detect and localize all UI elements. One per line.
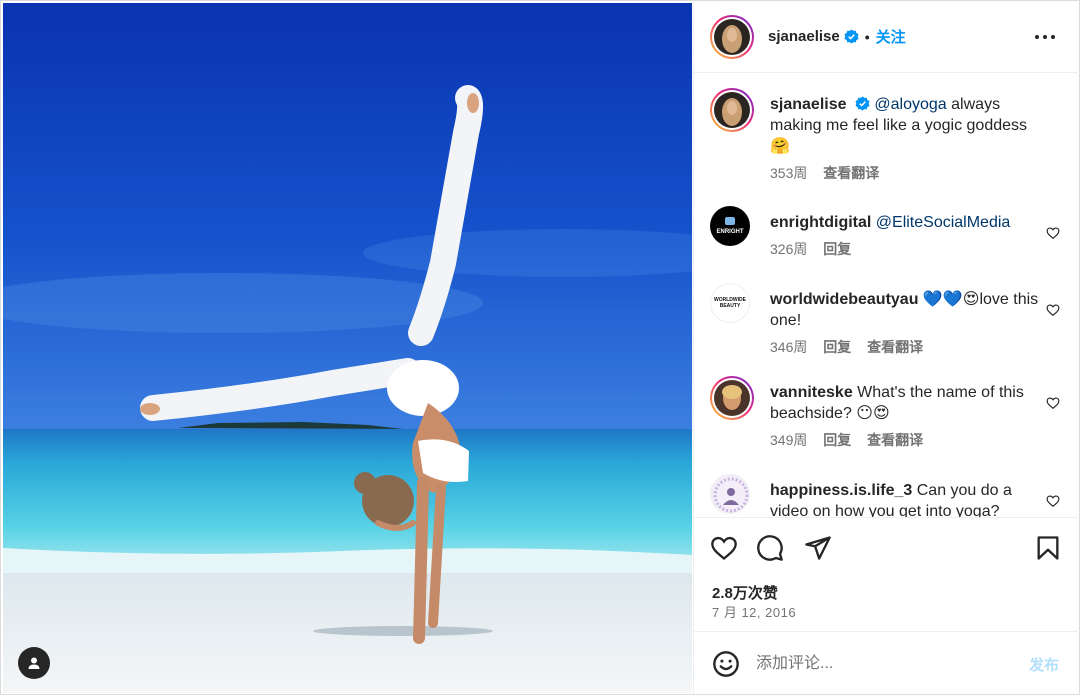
commenter-avatar[interactable] bbox=[710, 376, 754, 420]
comment-mention[interactable]: @EliteSocialMedia bbox=[876, 214, 1011, 231]
commenter-avatar[interactable]: WORLDWIDE BEAUTY bbox=[710, 283, 750, 323]
comment-icon[interactable] bbox=[756, 534, 784, 562]
comment-time[interactable]: 326周 bbox=[770, 241, 807, 257]
likes-count[interactable]: 2.8万次赞 bbox=[712, 582, 778, 603]
post-side-panel: sjanaelise • 关注 sjanaelise @aloyoga alwa… bbox=[693, 1, 1080, 696]
bookmark-icon[interactable] bbox=[1034, 534, 1062, 562]
emoji-icon[interactable] bbox=[712, 650, 740, 678]
heart-icon[interactable] bbox=[1046, 494, 1060, 508]
translate-button[interactable]: 查看翻译 bbox=[823, 165, 879, 181]
comment-time[interactable]: 349周 bbox=[770, 432, 807, 448]
verified-badge-icon bbox=[844, 29, 859, 44]
comment-username[interactable]: worldwidebeautyau bbox=[770, 291, 918, 308]
reply-button[interactable]: 回复 bbox=[823, 241, 851, 257]
comment-input[interactable] bbox=[756, 650, 1006, 678]
verified-badge-icon bbox=[855, 96, 870, 111]
reply-button[interactable]: 回复 bbox=[823, 339, 851, 355]
avatar-brand-text: BEAUTY bbox=[719, 303, 741, 309]
caption: sjanaelise @aloyoga always making me fee… bbox=[710, 88, 1070, 196]
heart-icon[interactable] bbox=[1046, 226, 1060, 240]
header-separator: • bbox=[864, 28, 870, 45]
beach-handstand-image bbox=[3, 3, 692, 693]
caption-username[interactable]: sjanaelise bbox=[770, 96, 847, 113]
post-photo[interactable] bbox=[3, 3, 692, 693]
reply-button[interactable]: 回复 bbox=[823, 432, 851, 448]
heart-icon[interactable] bbox=[710, 534, 738, 562]
comment-item: vanniteske What's the name of this beach… bbox=[710, 376, 1070, 466]
heart-icon[interactable] bbox=[1046, 396, 1060, 410]
comment-time[interactable]: 346周 bbox=[770, 339, 807, 355]
heart-icon[interactable] bbox=[1046, 303, 1060, 317]
comment-item: happiness.is.life_3 Can you do a video o… bbox=[710, 474, 1070, 517]
translate-button[interactable]: 查看翻译 bbox=[867, 432, 923, 448]
caption-mention[interactable]: @aloyoga bbox=[874, 96, 946, 113]
comment-item: ENRIGHT enrightdigital @EliteSocialMedia… bbox=[710, 206, 1070, 276]
more-icon[interactable] bbox=[1033, 25, 1057, 49]
post-comment-button[interactable]: 发布 bbox=[1029, 654, 1059, 675]
post-actions: 2.8万次赞 7 月 12, 2016 bbox=[694, 517, 1080, 631]
comment-username[interactable]: happiness.is.life_3 bbox=[770, 482, 912, 499]
send-icon[interactable] bbox=[804, 534, 832, 562]
follow-button[interactable]: 关注 bbox=[876, 26, 906, 47]
comments-list[interactable]: sjanaelise @aloyoga always making me fee… bbox=[694, 74, 1080, 517]
post-date[interactable]: 7 月 12, 2016 bbox=[712, 602, 796, 621]
avatar-brand-text: ENRIGHT bbox=[716, 229, 744, 235]
author-avatar[interactable] bbox=[710, 14, 754, 59]
commenter-avatar[interactable]: ENRIGHT bbox=[710, 206, 750, 246]
comment-username[interactable]: vanniteske bbox=[770, 384, 853, 401]
user-tag-icon[interactable] bbox=[18, 647, 50, 679]
caption-time[interactable]: 353周 bbox=[770, 165, 807, 181]
post-header: sjanaelise • 关注 bbox=[694, 1, 1080, 73]
comment-item: WORLDWIDE BEAUTY worldwidebeautyau 💙💙😍lo… bbox=[710, 283, 1070, 373]
author-username[interactable]: sjanaelise bbox=[768, 28, 840, 45]
comment-username[interactable]: enrightdigital bbox=[770, 214, 871, 231]
caption-author-avatar[interactable] bbox=[710, 88, 754, 132]
add-comment-bar: 发布 bbox=[694, 631, 1080, 695]
translate-button[interactable]: 查看翻译 bbox=[867, 339, 923, 355]
post-modal: sjanaelise • 关注 sjanaelise @aloyoga alwa… bbox=[0, 0, 1080, 696]
commenter-avatar[interactable] bbox=[710, 474, 750, 514]
